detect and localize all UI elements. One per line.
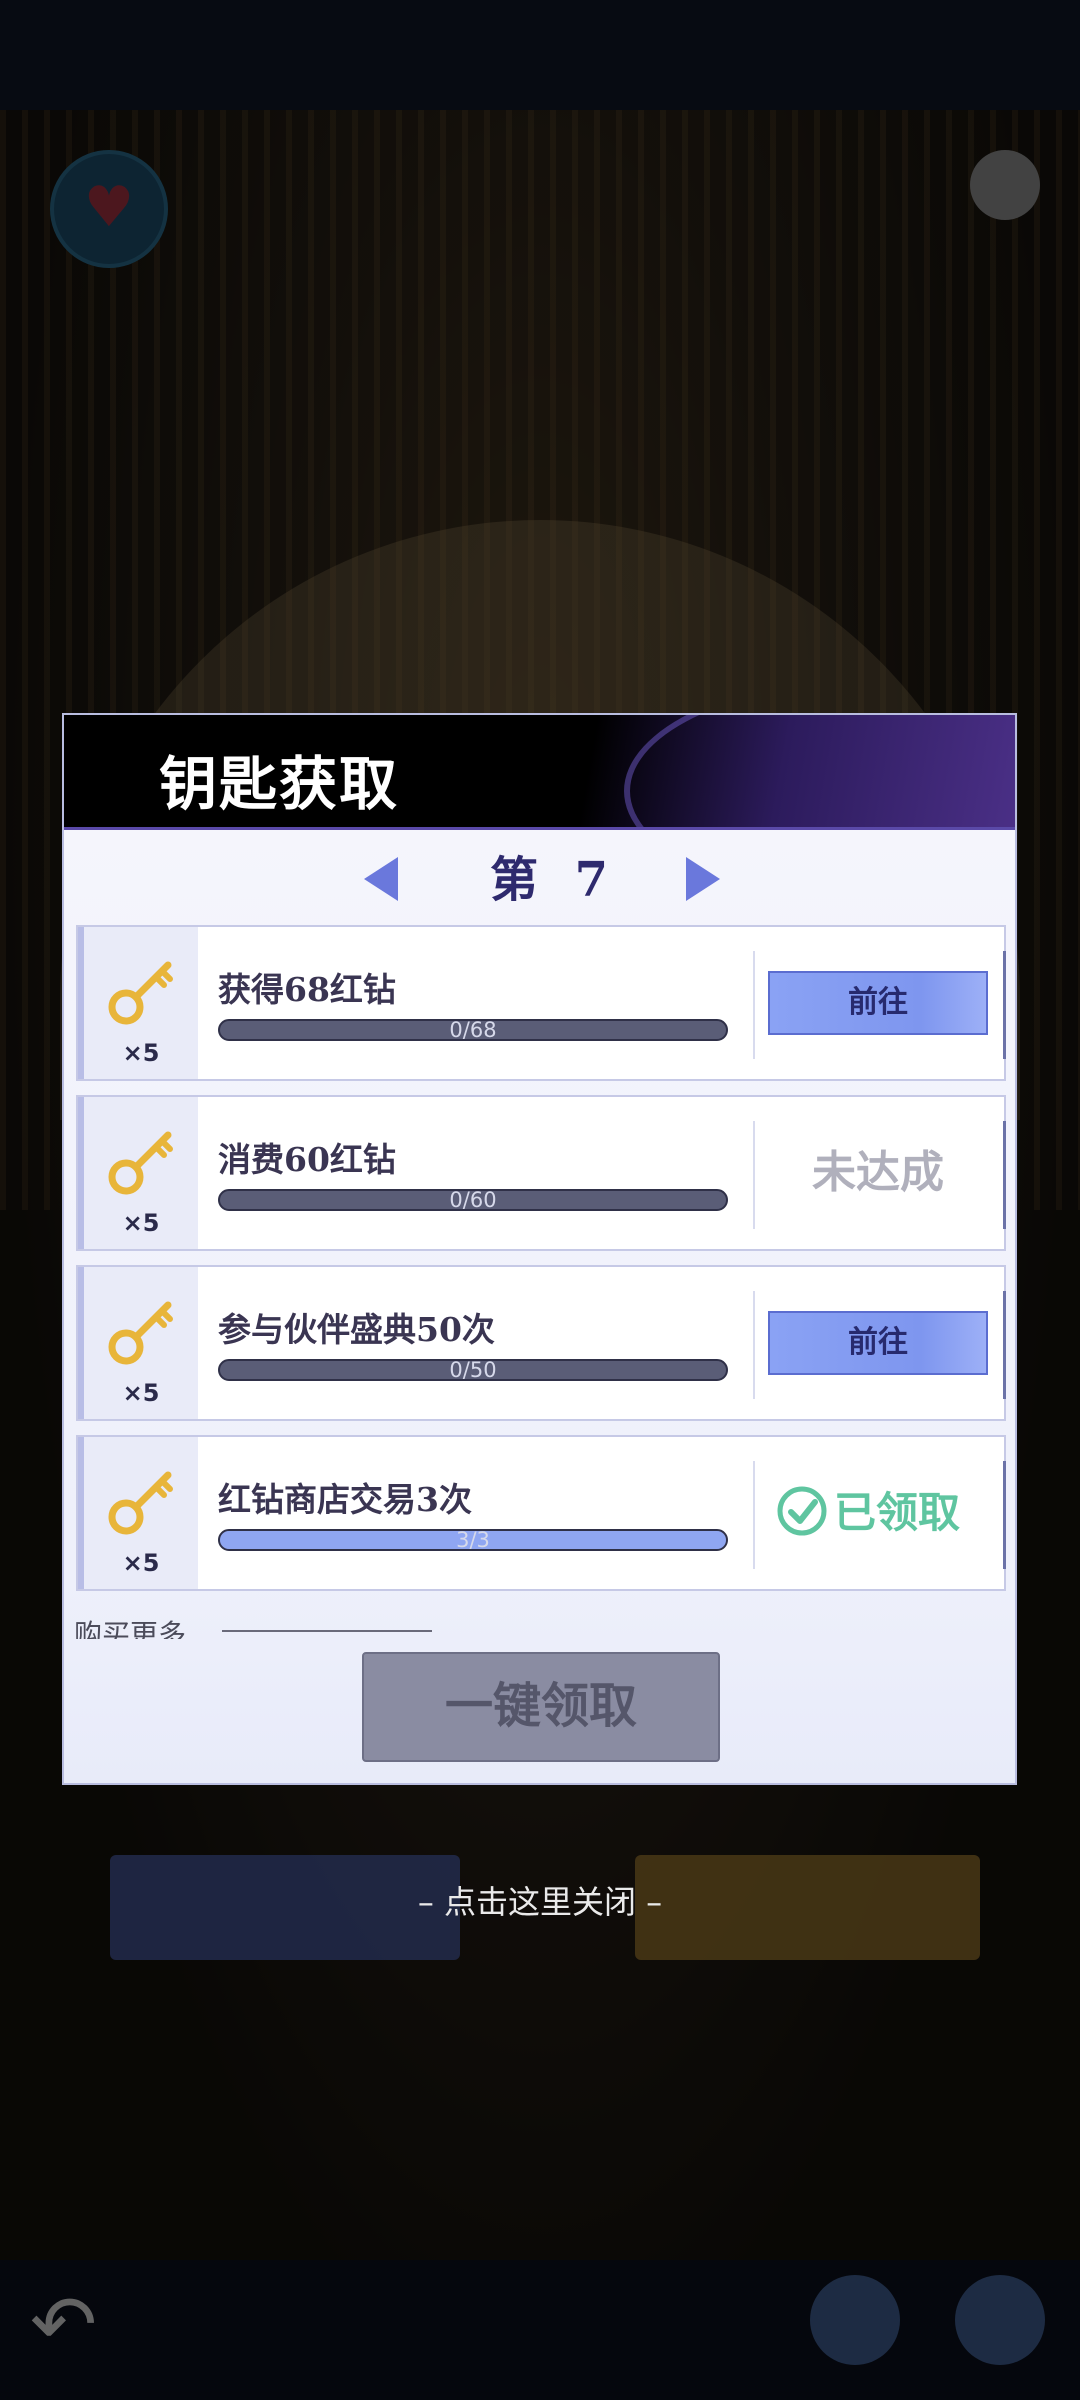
task-list: ×5 获得68红钻 0/68 前往 ×5 消费60红钻 0/60 未达成 ×5 …	[76, 925, 1006, 1605]
divider	[753, 1291, 755, 1399]
progress-bar: 0/50	[218, 1359, 728, 1381]
not-reached-status: 未达成	[812, 1147, 944, 1198]
progress-text: 0/68	[449, 1019, 497, 1041]
row-edge	[1003, 1291, 1006, 1399]
check-icon	[776, 1485, 828, 1537]
divider	[753, 951, 755, 1059]
more-link[interactable]: 购买更多	[74, 1615, 186, 1639]
header-decoration	[624, 715, 1015, 827]
reward-box: ×5	[84, 1097, 198, 1249]
divider	[753, 1461, 755, 1569]
divider	[222, 1630, 432, 1632]
divider	[753, 1121, 755, 1229]
row-edge	[1003, 1461, 1006, 1569]
reward-count: ×5	[122, 1209, 160, 1237]
reward-box: ×5	[84, 1267, 198, 1419]
go-button[interactable]: 前往	[768, 971, 988, 1035]
key-icon	[106, 1127, 176, 1197]
progress-bar: 0/68	[218, 1019, 728, 1041]
progress-text: 3/3	[456, 1529, 490, 1551]
close-hint[interactable]: – 点击这里关闭 –	[0, 1877, 1080, 1923]
reward-count: ×5	[122, 1549, 160, 1577]
dialog-header: 钥匙获取	[64, 715, 1015, 830]
task-title: 消费60红钻	[218, 1140, 396, 1179]
dialog-title: 钥匙获取	[159, 750, 400, 818]
task-title: 红钻商店交易3次	[218, 1480, 472, 1519]
claimed-status: 已领取	[768, 1481, 988, 1545]
progress-bar: 3/3	[218, 1529, 728, 1551]
progress-bar: 0/60	[218, 1189, 728, 1211]
reward-box: ×5	[84, 927, 198, 1079]
claim-all-button[interactable]: 一键领取	[362, 1652, 720, 1762]
task-row: ×5 红钻商店交易3次 3/3 已领取	[76, 1435, 1006, 1591]
key-icon	[106, 1467, 176, 1537]
progress-text: 0/60	[449, 1189, 497, 1211]
previous-day-arrow-icon[interactable]	[364, 857, 398, 901]
reward-box: ×5	[84, 1437, 198, 1589]
day-navigator: 第 7 天	[64, 845, 1015, 978]
progress-text: 0/50	[449, 1359, 497, 1381]
row-edge	[1003, 951, 1006, 1059]
reward-count: ×5	[122, 1039, 160, 1067]
claimed-label: 已领取	[834, 1488, 961, 1537]
key-acquire-dialog: 钥匙获取 第 7 天 ×5 获得68红钻 0/68 前往 ×5 消费60红钻 0…	[62, 713, 1017, 1785]
row-edge	[1003, 1121, 1006, 1229]
task-row: ×5 获得68红钻 0/68 前往	[76, 925, 1006, 1081]
next-day-arrow-icon[interactable]	[686, 857, 720, 901]
key-icon	[106, 957, 176, 1027]
task-title: 获得68红钻	[218, 970, 396, 1009]
task-row: ×5 消费60红钻 0/60 未达成	[76, 1095, 1006, 1251]
key-icon	[106, 1297, 176, 1367]
go-button[interactable]: 前往	[768, 1311, 988, 1375]
reward-count: ×5	[122, 1379, 160, 1407]
task-title: 参与伙伴盛典50次	[218, 1310, 495, 1349]
task-row: ×5 参与伙伴盛典50次 0/50 前往	[76, 1265, 1006, 1421]
